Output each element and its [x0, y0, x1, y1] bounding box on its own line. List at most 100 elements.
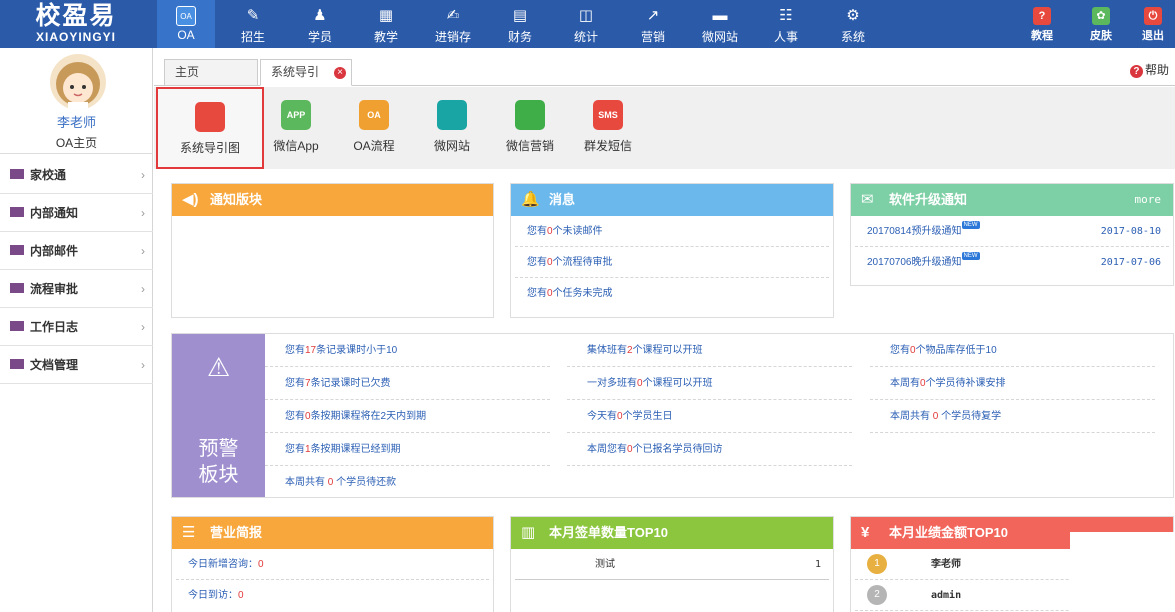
- mail-icon: ✉: [861, 191, 874, 208]
- warning-column-2: 集体班有2个课程可以开班 一对多班有0个课程可以开班 今天有0个学员生日 本周您…: [567, 334, 852, 466]
- list-item[interactable]: 今天有0个学员生日: [567, 400, 852, 433]
- nav-finance[interactable]: ▤ 财务: [491, 0, 549, 48]
- warning-panel: ⚠ 预警 板块 您有17条记录课时小于10 您有7条记录课时已欠费 您有0条按期课…: [171, 333, 1174, 498]
- signup-top10-panel: ▥ 本月签单数量TOP10 测试 1: [510, 516, 834, 612]
- quick-system-guide[interactable]: 系统导引图: [156, 87, 264, 169]
- nav-inventory[interactable]: ✍ 进销存: [424, 0, 482, 48]
- oa-flow-icon: OA: [359, 100, 389, 130]
- nav-microsite[interactable]: ▬ 微网站: [691, 0, 749, 48]
- quick-microsite[interactable]: 微网站: [413, 87, 491, 169]
- business-header: ☰ 营业简报: [172, 517, 493, 549]
- nav-student[interactable]: ♟ 学员: [291, 0, 349, 48]
- nav-recruit[interactable]: ✎ 招生: [224, 0, 282, 48]
- logout-icon: ⏻: [1144, 7, 1162, 25]
- new-badge: NEW: [961, 252, 980, 260]
- more-link[interactable]: more: [1135, 184, 1162, 216]
- oa-home-link[interactable]: OA主页: [0, 132, 153, 154]
- inventory-icon: ✍: [446, 7, 460, 24]
- nav-tutorial[interactable]: ? 教程: [1013, 0, 1071, 48]
- sidebar: 李老师 OA主页 家校通 › 内部通知 › 内部邮件 › 流程审批 › 工作日志 › 文档…: [0, 48, 153, 612]
- nav-skin[interactable]: ✿ 皮肤: [1072, 0, 1130, 48]
- sidebar-item-workflow[interactable]: 流程审批 ›: [0, 270, 153, 308]
- hr-icon: ☷: [779, 7, 793, 24]
- logo-subtext: XIAOYINGYI: [35, 30, 116, 44]
- list-item[interactable]: 您有1条按期课程已经到期: [265, 433, 550, 466]
- chart-icon: ▥: [521, 524, 536, 541]
- business-panel: ☰ 营业简报 今日新增咨询：0 今日到访：0: [171, 516, 494, 612]
- logo-text: 校盈易: [35, 1, 117, 30]
- list-item[interactable]: 本周共有 0 个学员待复学: [870, 400, 1155, 433]
- list-item[interactable]: 本周共有 0 个学员待还款: [265, 466, 550, 499]
- list-item[interactable]: 您有0个任务未完成: [515, 278, 829, 309]
- list-item: 今日新增咨询：0: [176, 549, 489, 580]
- notice-panel: ◀) 通知版块: [171, 183, 494, 318]
- logo: 校盈易 XIAOYINGYI: [0, 0, 152, 48]
- sidebar-item-internal-notice[interactable]: 内部通知 ›: [0, 194, 153, 232]
- list-item[interactable]: 20170706晚升级通知NEW 2017-07-06: [855, 247, 1169, 278]
- list-item[interactable]: 本周有0个学员待补课安排: [870, 367, 1155, 400]
- marketing-icon: ↗: [646, 7, 660, 24]
- app-icon: APP: [281, 100, 311, 130]
- tab-home[interactable]: 主页: [164, 59, 258, 86]
- finance-icon: ▤: [512, 7, 528, 24]
- report-icon: ☰: [182, 524, 196, 541]
- folder-icon: [10, 320, 24, 331]
- close-icon[interactable]: ×: [334, 67, 346, 79]
- user-name: 李老师: [56, 115, 96, 130]
- help-link[interactable]: ? 帮助: [1129, 61, 1169, 78]
- chevron-right-icon: ›: [141, 320, 145, 334]
- signup-header: ▥ 本月签单数量TOP10: [511, 517, 833, 549]
- sidebar-item-documents[interactable]: 文档管理 ›: [0, 346, 153, 384]
- tab-system-guide[interactable]: 系统导引 ×: [260, 59, 352, 86]
- student-icon: ♟: [313, 7, 327, 24]
- gold-medal-icon: 1: [867, 554, 887, 574]
- wechat-icon: [515, 100, 545, 130]
- list-item[interactable]: 您有0个流程待审批: [515, 247, 829, 278]
- quick-wechat-app[interactable]: APP 微信App: [257, 87, 335, 169]
- quick-bulk-sms[interactable]: SMS 群发短信: [569, 87, 647, 169]
- folder-icon: [10, 358, 24, 369]
- tab-bar: 主页 系统导引 × ? 帮助: [154, 48, 1175, 86]
- guide-icon: [195, 102, 225, 132]
- bell-icon: 🔔: [521, 191, 540, 208]
- nav-marketing[interactable]: ↗ 营销: [624, 0, 682, 48]
- sidebar-item-internal-mail[interactable]: 内部邮件 ›: [0, 232, 153, 270]
- nav-system[interactable]: ⚙ 系统: [824, 0, 882, 48]
- list-item[interactable]: 集体班有2个课程可以开班: [567, 334, 852, 367]
- folder-icon: [10, 206, 24, 217]
- sidebar-item-work-log[interactable]: 工作日志 ›: [0, 308, 153, 346]
- monitor-icon: [437, 100, 467, 130]
- new-badge: NEW: [961, 221, 980, 229]
- chevron-right-icon: ›: [141, 282, 145, 296]
- table-row: 测试 1: [515, 549, 829, 580]
- quick-wechat-marketing[interactable]: 微信营销: [491, 87, 569, 169]
- list-item[interactable]: 本周您有0个已报名学员待回访: [567, 433, 852, 466]
- stats-icon: ◫: [578, 7, 594, 24]
- notice-header: ◀) 通知版块: [172, 184, 493, 216]
- nav-stats[interactable]: ◫ 统计: [557, 0, 615, 48]
- warning-column-3: 您有0个物品库存低于10 本周有0个学员待补课安排 本周共有 0 个学员待复学: [870, 334, 1155, 433]
- list-item[interactable]: 您有7条记录课时已欠费: [265, 367, 550, 400]
- list-item: 今日到访：0: [188, 590, 244, 601]
- quick-oa-flow[interactable]: OA OA流程: [335, 87, 413, 169]
- list-item[interactable]: 20170814预升级通知NEW 2017-08-10: [855, 216, 1169, 247]
- list-item[interactable]: 一对多班有0个课程可以开班: [567, 367, 852, 400]
- list-item[interactable]: 您有0个未读邮件: [515, 216, 829, 247]
- chevron-right-icon: ›: [141, 206, 145, 220]
- nav-oa[interactable]: OA OA: [157, 0, 215, 48]
- help-icon: ?: [1129, 65, 1143, 78]
- warning-column-1: 您有17条记录课时小于10 您有7条记录课时已欠费 您有0条按期课程将在2天内到…: [265, 334, 550, 499]
- avatar[interactable]: [50, 54, 106, 110]
- list-item[interactable]: 您有0条按期课程将在2天内到期: [265, 400, 550, 433]
- monitor-icon: ▬: [712, 7, 728, 24]
- nav-teaching[interactable]: ▦ 教学: [357, 0, 415, 48]
- warning-label: ⚠ 预警 板块: [172, 334, 265, 497]
- top-navbar: 校盈易 XIAOYINGYI OA OA ✎ 招生 ♟ 学员 ▦ 教学 ✍ 进销存 ▤ 财务…: [0, 0, 1175, 48]
- list-item[interactable]: 您有17条记录课时小于10: [265, 334, 550, 367]
- nav-logout[interactable]: ⏻ 退出: [1131, 0, 1175, 48]
- list-item[interactable]: 您有0个物品库存低于10: [870, 334, 1155, 367]
- sidebar-item-home-school[interactable]: 家校通 ›: [0, 156, 153, 194]
- chevron-right-icon: ›: [141, 168, 145, 182]
- tutorial-icon: ?: [1033, 7, 1051, 25]
- nav-hr[interactable]: ☷ 人事: [757, 0, 815, 48]
